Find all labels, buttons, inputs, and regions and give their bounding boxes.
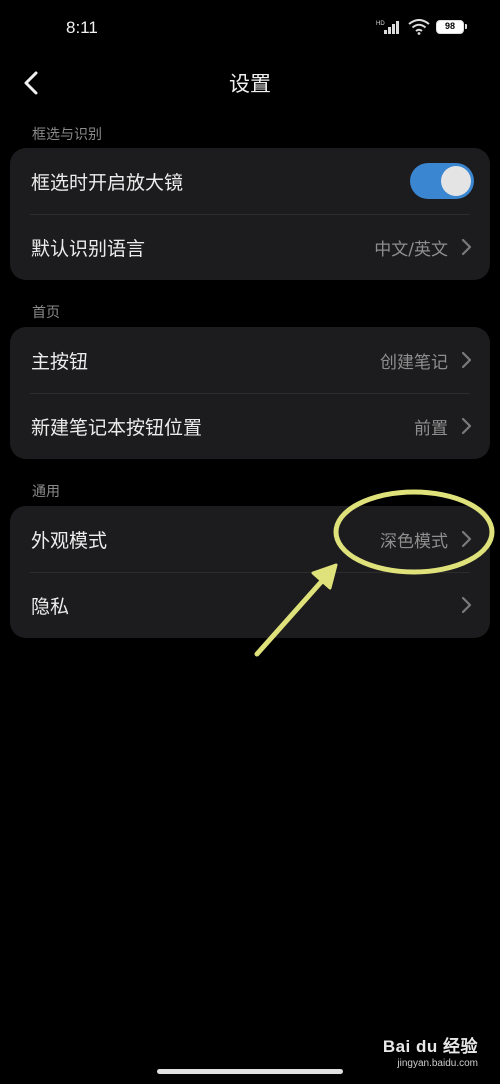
battery-icon: 98 <box>436 20 467 34</box>
status-bar: 8:11 HD 98 <box>0 0 500 60</box>
toggle-knob <box>441 166 471 196</box>
section-label-home: 首页 <box>32 305 60 321</box>
chevron-right-icon <box>461 530 472 548</box>
row-main-button[interactable]: 主按钮 创建笔记 <box>10 327 490 393</box>
section-label-general: 通用 <box>32 484 60 500</box>
chevron-right-icon <box>461 596 472 614</box>
row-privacy[interactable]: 隐私 <box>10 572 490 638</box>
row-label: 外观模式 <box>31 529 108 552</box>
status-icons: HD 98 <box>376 19 467 35</box>
row-value: 创建笔记 <box>380 352 448 373</box>
card-general: 外观模式 深色模式 隐私 <box>10 506 490 638</box>
section-label-recognition: 框选与识别 <box>32 127 102 143</box>
magnifier-toggle[interactable] <box>410 163 474 199</box>
row-notebook-button-position[interactable]: 新建笔记本按钮位置 前置 <box>10 393 490 459</box>
chevron-right-icon <box>461 238 472 256</box>
network-type-label: HD <box>376 21 385 27</box>
row-default-language[interactable]: 默认识别语言 中文/英文 <box>10 214 490 280</box>
watermark-url: jingyan.baidu.com <box>397 1058 478 1069</box>
row-label: 默认识别语言 <box>31 237 146 260</box>
status-time: 8:11 <box>66 18 98 37</box>
row-magnifier[interactable]: 框选时开启放大镜 <box>10 148 490 214</box>
watermark-logo: Bai du 经验 <box>382 1037 478 1056</box>
chevron-right-icon <box>461 417 472 435</box>
home-indicator[interactable] <box>157 1069 343 1074</box>
baidu-jingyan-watermark: Bai du 经验 jingyan.baidu.com <box>383 1032 478 1069</box>
row-label: 隐私 <box>31 595 70 618</box>
chevron-right-icon <box>461 351 472 369</box>
row-label: 新建笔记本按钮位置 <box>31 416 203 439</box>
row-label: 框选时开启放大镜 <box>31 171 184 194</box>
header: 设置 <box>0 60 500 106</box>
row-appearance-mode[interactable]: 外观模式 深色模式 <box>10 506 490 572</box>
row-value: 深色模式 <box>380 531 448 552</box>
row-value: 前置 <box>414 418 448 439</box>
row-label: 主按钮 <box>31 350 89 373</box>
card-recognition: 框选时开启放大镜 默认识别语言 中文/英文 <box>10 148 490 280</box>
row-value: 中文/英文 <box>374 239 448 260</box>
wifi-icon <box>408 19 430 35</box>
card-home: 主按钮 创建笔记 新建笔记本按钮位置 前置 <box>10 327 490 459</box>
cellular-signal-icon: HD <box>376 21 399 34</box>
page-title: 设置 <box>229 72 271 96</box>
